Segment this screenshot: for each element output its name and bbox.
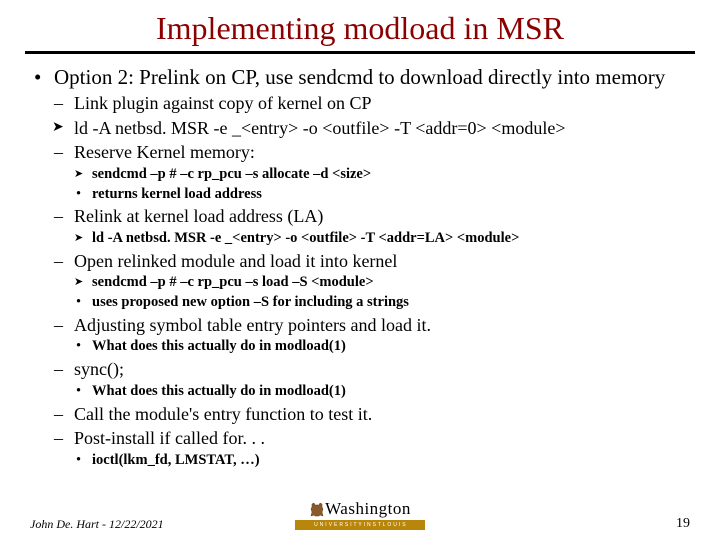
l3-item: sendcmd –p # –c rp_pcu –s load –S <modul…	[74, 273, 690, 292]
washington-sub: U N I V E R S I T Y I N S T L O U I S	[314, 522, 406, 528]
l3-item: ioctl(lkm_fd, LMSTAT, …)	[74, 451, 690, 470]
title-rule	[25, 51, 695, 54]
l2-item: Link plugin against copy of kernel on CP	[54, 92, 690, 115]
l2-item: Adjusting symbol table entry pointers an…	[54, 314, 690, 356]
bear-icon	[309, 502, 325, 518]
l2-label: ld -A netbsd. MSR -e _<entry> -o <outfil…	[74, 118, 565, 138]
bullet-level-3: ld -A netbsd. MSR -e _<entry> -o <outfil…	[74, 229, 690, 248]
l3-item: ld -A netbsd. MSR -e _<entry> -o <outfil…	[74, 229, 690, 248]
bullet-level-1: Option 2: Prelink on CP, use sendcmd to …	[30, 64, 690, 470]
option-2-item: Option 2: Prelink on CP, use sendcmd to …	[30, 64, 690, 470]
l2-item: Call the module's entry function to test…	[54, 403, 690, 426]
bullet-level-3: sendcmd –p # –c rp_pcu –s load –S <modul…	[74, 273, 690, 312]
l3-item: What does this actually do in modload(1)	[74, 382, 690, 401]
l2-item: Post-install if called for. . . ioctl(lkm…	[54, 427, 690, 469]
l2-label: Call the module's entry function to test…	[74, 404, 372, 424]
l3-item: sendcmd –p # –c rp_pcu –s allocate –d <s…	[74, 165, 690, 184]
bullet-level-3: sendcmd –p # –c rp_pcu –s allocate –d <s…	[74, 165, 690, 204]
footer-author: John De. Hart - 12/22/2021	[30, 517, 164, 532]
bullet-level-3: ioctl(lkm_fd, LMSTAT, …)	[74, 451, 690, 470]
l2-label: sync();	[74, 359, 124, 379]
l2-label: Adjusting symbol table entry pointers an…	[74, 315, 431, 335]
l2-label: Link plugin against copy of kernel on CP	[74, 93, 371, 113]
l2-label: Open relinked module and load it into ke…	[74, 251, 397, 271]
washington-label: Washington	[295, 499, 425, 519]
l2-item: ld -A netbsd. MSR -e _<entry> -o <outfil…	[54, 117, 690, 140]
slide-title: Implementing modload in MSR	[30, 10, 690, 47]
l2-item: Reserve Kernel memory: sendcmd –p # –c rp…	[54, 141, 690, 203]
bullet-level-2: Link plugin against copy of kernel on CP…	[54, 92, 690, 469]
page-number: 19	[676, 516, 690, 532]
l2-item: sync(); What does this actually do in mod…	[54, 358, 690, 400]
l2-label: Reserve Kernel memory:	[74, 142, 255, 162]
bullet-level-3: What does this actually do in modload(1)	[74, 337, 690, 356]
washington-logo: Washington U N I V E R S I T Y I N S T L…	[295, 499, 425, 530]
l2-label: Post-install if called for. . .	[74, 428, 265, 448]
bullet-level-3: What does this actually do in modload(1)	[74, 382, 690, 401]
l2-label: Relink at kernel load address (LA)	[74, 206, 323, 226]
l2-item: Relink at kernel load address (LA) ld -A …	[54, 205, 690, 247]
l2-item: Open relinked module and load it into ke…	[54, 250, 690, 312]
l3-item: uses proposed new option –S for includin…	[74, 293, 690, 312]
washington-bar: U N I V E R S I T Y I N S T L O U I S	[295, 520, 425, 530]
slide: Implementing modload in MSR Option 2: Pr…	[0, 0, 720, 540]
l3-item: What does this actually do in modload(1)	[74, 337, 690, 356]
l3-item: returns kernel load address	[74, 185, 690, 204]
option-2-label: Option 2: Prelink on CP, use sendcmd to …	[54, 65, 665, 89]
